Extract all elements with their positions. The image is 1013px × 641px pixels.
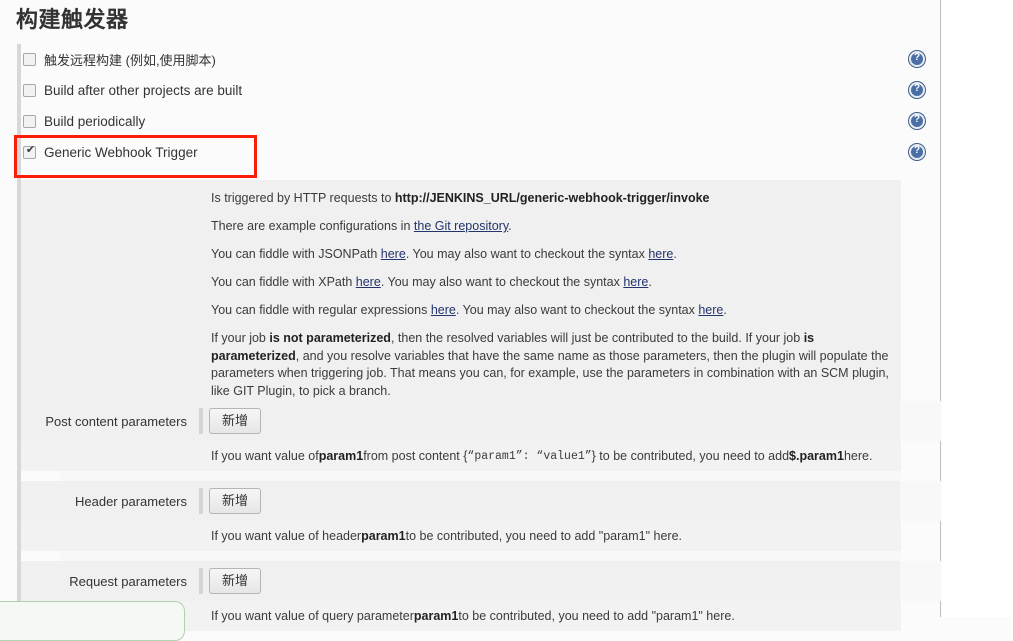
help-slot-generic-webhook — [905, 137, 925, 168]
desc-jsonpath-prefix: You can fiddle with JSONPath — [211, 247, 381, 261]
param-row-tail-request — [900, 561, 941, 601]
desc-line-xpath: You can fiddle with XPath here. You may … — [21, 268, 901, 296]
desc-xpath-prefix: You can fiddle with XPath — [211, 275, 356, 289]
param-help-header: If you want value of header param1 to be… — [21, 521, 901, 551]
button-accent-bar-header — [199, 488, 203, 514]
param-add-wrap-request: 新增 — [199, 568, 262, 594]
generic-webhook-description-panel: Is triggered by HTTP requests to http://… — [21, 180, 901, 410]
link-git-repository[interactable]: the Git repository — [414, 219, 508, 233]
trigger-label-build-periodically: Build periodically — [44, 114, 146, 129]
checkbox-remote-build[interactable] — [23, 53, 36, 66]
desc-line-regex: You can fiddle with regular expressions … — [21, 296, 901, 324]
link-jsonpath-syntax[interactable]: here — [648, 247, 673, 261]
desc-jsonpath-suffix: . — [673, 247, 677, 261]
param-add-wrap-post-content: 新增 — [199, 408, 262, 434]
post-help-part3: } to be contributed, you need to add — [591, 449, 790, 463]
build-triggers-list: 触发远程构建 (例如,使用脚本) Build after other proje… — [21, 44, 901, 168]
add-request-parameter-button[interactable]: 新增 — [209, 568, 262, 594]
post-help-part4: here. — [843, 449, 873, 463]
param-block-header: Header parameters 新增 If you want value o… — [21, 481, 941, 561]
param-add-wrap-header: 新增 — [199, 488, 262, 514]
param-row-tail-post-content — [900, 401, 941, 441]
help-icon-after-other-projects[interactable] — [909, 82, 925, 98]
desc-line-git-repo: There are example configurations in the … — [21, 212, 901, 240]
param-row-tail-header — [900, 481, 941, 521]
main-content-column: 构建触发器 触发远程构建 (例如,使用脚本) Build after other… — [0, 0, 941, 641]
desc-para-part2: , then the resolved variables will just … — [390, 331, 804, 345]
right-blank-column — [942, 0, 1013, 617]
param-row-header: Header parameters 新增 — [21, 481, 941, 521]
link-regex-syntax[interactable]: here — [698, 303, 723, 317]
param-row-request: Request parameters 新增 — [21, 561, 941, 601]
desc-para-bold1: is not parameterized — [269, 331, 391, 345]
desc-line-invoke-url: Is triggered by HTTP requests to http://… — [21, 184, 901, 212]
add-post-content-parameter-button[interactable]: 新增 — [209, 408, 262, 434]
header-help-bold1: param1 — [361, 529, 406, 543]
desc-invoke-url: http://JENKINS_URL/generic-webhook-trigg… — [394, 191, 710, 205]
desc-xpath-suffix: . — [648, 275, 652, 289]
help-icon-remote-build[interactable] — [909, 51, 925, 67]
desc-invoke-prefix: Is triggered by HTTP requests to — [211, 191, 395, 205]
desc-git-suffix: . — [508, 219, 512, 233]
help-slot-after-other-projects — [905, 75, 925, 106]
trigger-row-remote-build[interactable]: 触发远程构建 (例如,使用脚本) — [21, 44, 901, 75]
trigger-row-after-other-projects[interactable]: Build after other projects are built — [21, 75, 901, 106]
desc-para-part1: If your job — [211, 331, 270, 345]
trigger-row-build-periodically[interactable]: Build periodically — [21, 106, 901, 137]
param-row-post-content: Post content parameters 新增 — [21, 401, 941, 441]
page-title: 构建触发器 — [16, 7, 129, 32]
request-help-part2: to be contributed, you need to add "para… — [458, 609, 735, 623]
help-icon-build-periodically[interactable] — [909, 113, 925, 129]
desc-para-part3: , and you resolve variables that have th… — [211, 348, 889, 398]
link-jsonpath-fiddle[interactable]: here — [381, 247, 406, 261]
help-icon-column — [905, 44, 925, 168]
checkbox-generic-webhook-trigger[interactable] — [23, 144, 37, 159]
desc-regex-prefix: You can fiddle with regular expressions — [211, 303, 431, 317]
desc-regex-suffix: . — [723, 303, 727, 317]
param-label-post-content: Post content parameters — [45, 413, 187, 429]
desc-regex-mid: . You may also want to checkout the synt… — [455, 303, 699, 317]
button-accent-bar-post-content — [199, 408, 203, 434]
post-help-part1: If you want value of — [211, 449, 319, 463]
post-help-bold1: param1 — [318, 449, 364, 463]
post-help-json-sample: “param1”: “value1” — [467, 449, 592, 463]
post-help-part2: from post content { — [363, 449, 468, 463]
checkbox-after-other-projects[interactable] — [23, 84, 36, 97]
link-xpath-fiddle[interactable]: here — [356, 275, 381, 289]
help-slot-build-periodically — [905, 106, 925, 137]
desc-git-prefix: There are example configurations in — [211, 219, 414, 233]
header-help-part2: to be contributed, you need to add "para… — [405, 529, 683, 543]
request-help-bold1: param1 — [413, 609, 459, 623]
param-label-header: Header parameters — [75, 493, 187, 509]
desc-paragraph-parameterized: If your job is not parameterized, then t… — [21, 324, 901, 402]
param-block-post-content: Post content parameters 新增 If you want v… — [21, 401, 941, 481]
param-gap-2 — [21, 551, 901, 561]
checkbox-build-periodically[interactable] — [23, 115, 36, 128]
desc-xpath-mid: . You may also want to checkout the synt… — [380, 275, 624, 289]
help-icon-generic-webhook[interactable] — [909, 144, 925, 160]
desc-jsonpath-mid: . You may also want to checkout the synt… — [405, 247, 649, 261]
trigger-label-generic-webhook: Generic Webhook Trigger — [44, 145, 198, 160]
param-label-request: Request parameters — [69, 573, 187, 589]
help-slot-remote-build — [905, 44, 925, 75]
desc-line-jsonpath: You can fiddle with JSONPath here. You m… — [21, 240, 901, 268]
request-help-part1: If you want value of query parameter — [211, 609, 414, 623]
param-gap-1 — [21, 471, 901, 481]
link-xpath-syntax[interactable]: here — [623, 275, 648, 289]
post-help-bold2: $.param1 — [789, 449, 844, 463]
header-help-part1: If you want value of header — [211, 529, 362, 543]
trigger-row-generic-webhook[interactable]: Generic Webhook Trigger — [21, 137, 901, 168]
trigger-label-after-other-projects: Build after other projects are built — [44, 83, 243, 98]
page-root: 构建触发器 触发远程构建 (例如,使用脚本) Build after other… — [0, 0, 1013, 641]
button-accent-bar-request — [199, 568, 203, 594]
add-header-parameter-button[interactable]: 新增 — [209, 488, 262, 514]
link-regex-fiddle[interactable]: here — [431, 303, 456, 317]
trigger-label-remote-build: 触发远程构建 (例如,使用脚本) — [44, 53, 216, 68]
floating-tooltip-box — [0, 601, 185, 641]
param-help-post-content: If you want value of param1 from post co… — [21, 441, 901, 471]
